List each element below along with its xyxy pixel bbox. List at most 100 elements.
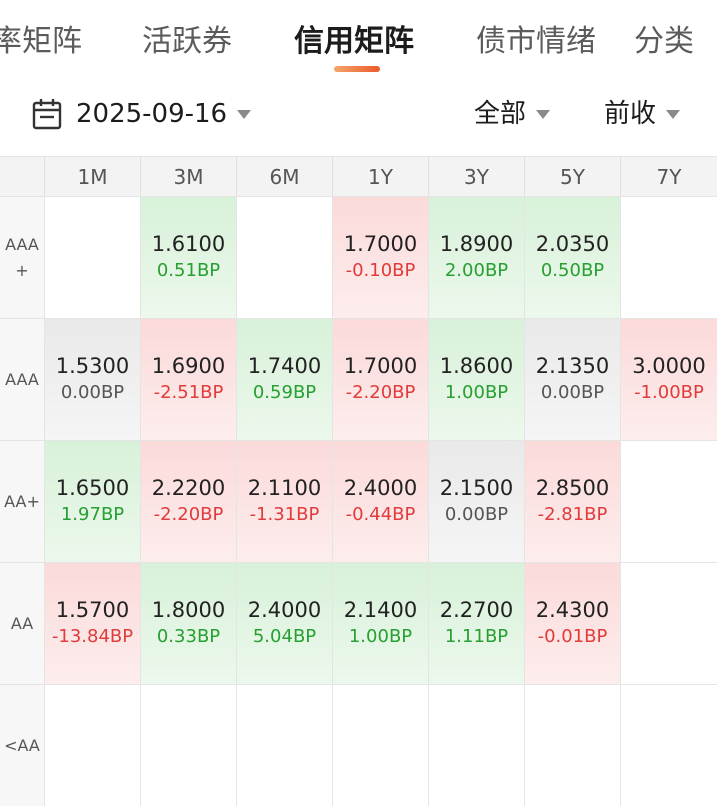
matrix-cell xyxy=(620,440,717,562)
column-header: 3Y xyxy=(428,157,524,197)
matrix-cell[interactable]: 2.4300 -0.01BP xyxy=(524,562,620,684)
tab-active-bonds[interactable]: 活跃券 xyxy=(142,22,232,62)
yield-value: 1.7000 xyxy=(343,354,418,378)
yield-value: 1.8000 xyxy=(151,598,226,622)
row-label: AAA xyxy=(0,318,44,440)
tab-category[interactable]: 分类 xyxy=(634,22,694,62)
scope-dropdown[interactable]: 全部 xyxy=(474,96,551,132)
yield-value: 3.0000 xyxy=(632,354,706,378)
column-header: 6M xyxy=(236,157,332,197)
filter-bar: 2025-09-16 全部 前收 xyxy=(0,90,717,144)
bp-change: 0.00BP xyxy=(60,382,125,403)
tab-rate-matrix[interactable]: 率矩阵 xyxy=(0,22,82,62)
bp-change: 0.00BP xyxy=(540,382,605,403)
matrix-cell xyxy=(620,684,717,806)
matrix-cell[interactable]: 3.0000 -1.00BP xyxy=(620,318,717,440)
row-label: AAA + xyxy=(0,196,44,318)
yield-value: 2.8500 xyxy=(535,476,610,500)
bp-change: 0.50BP xyxy=(540,260,605,281)
matrix-cell[interactable]: 2.0350 0.50BP xyxy=(524,196,620,318)
yield-value: 2.1100 xyxy=(247,476,322,500)
bp-change: -0.10BP xyxy=(345,260,416,281)
calendar-icon[interactable] xyxy=(32,98,62,130)
yield-value: 2.4000 xyxy=(343,476,418,500)
bp-change: 0.33BP xyxy=(156,626,221,647)
column-header: 5Y xyxy=(524,157,620,197)
column-header: 3M xyxy=(140,157,236,197)
matrix-cell[interactable]: 2.1350 0.00BP xyxy=(524,318,620,440)
bp-change: -13.84BP xyxy=(51,626,134,647)
basis-dropdown[interactable]: 前收 xyxy=(604,96,681,132)
matrix-cell[interactable]: 1.6100 0.51BP xyxy=(140,196,236,318)
column-header: 1M xyxy=(44,157,140,197)
matrix-cell xyxy=(140,684,236,806)
yield-value: 1.5700 xyxy=(55,598,130,622)
bp-change: -2.81BP xyxy=(537,504,608,525)
matrix-cell[interactable]: 2.1100 -1.31BP xyxy=(236,440,332,562)
matrix-cell xyxy=(44,196,140,318)
bp-change: -2.51BP xyxy=(153,382,224,403)
matrix-cell xyxy=(524,684,620,806)
matrix-cell[interactable]: 1.8900 2.00BP xyxy=(428,196,524,318)
yield-value: 2.1500 xyxy=(439,476,514,500)
matrix-cell[interactable]: 2.2700 1.11BP xyxy=(428,562,524,684)
column-header: 7Y xyxy=(620,157,717,197)
matrix-cell xyxy=(620,196,717,318)
row-label: AA xyxy=(0,562,44,684)
chevron-down-icon xyxy=(666,110,681,119)
matrix-cell xyxy=(620,562,717,684)
matrix-cell[interactable]: 1.7400 0.59BP xyxy=(236,318,332,440)
yield-value: 1.6900 xyxy=(151,354,226,378)
matrix-cell[interactable]: 2.4000 5.04BP xyxy=(236,562,332,684)
bp-change: -1.00BP xyxy=(634,382,704,403)
tab-credit-matrix[interactable]: 信用矩阵 xyxy=(294,22,414,62)
matrix-cell[interactable]: 1.6500 1.97BP xyxy=(44,440,140,562)
matrix-cell[interactable]: 2.1500 0.00BP xyxy=(428,440,524,562)
matrix-cell[interactable]: 1.6900 -2.51BP xyxy=(140,318,236,440)
yield-value: 1.6100 xyxy=(151,232,226,256)
date-value: 2025-09-16 xyxy=(76,99,228,129)
bp-change: 0.00BP xyxy=(444,504,509,525)
bp-change: 1.11BP xyxy=(444,626,509,647)
yield-value: 2.2200 xyxy=(151,476,226,500)
chevron-down-icon xyxy=(536,110,551,119)
matrix-cell[interactable]: 1.8000 0.33BP xyxy=(140,562,236,684)
tab-bond-sentiment[interactable]: 债市情绪 xyxy=(476,22,596,62)
matrix-cell xyxy=(428,684,524,806)
yield-value: 1.7400 xyxy=(247,354,322,378)
bp-change: 1.97BP xyxy=(60,504,125,525)
bp-change: 2.00BP xyxy=(444,260,509,281)
bp-change: 1.00BP xyxy=(444,382,509,403)
bp-change: 0.59BP xyxy=(252,382,317,403)
matrix-cell[interactable]: 1.7000 -2.20BP xyxy=(332,318,428,440)
chevron-down-icon xyxy=(237,110,252,119)
basis-value: 前收 xyxy=(604,99,657,129)
yield-value: 2.4000 xyxy=(247,598,322,622)
bp-change: -2.20BP xyxy=(345,382,416,403)
matrix-cell[interactable]: 2.4000 -0.44BP xyxy=(332,440,428,562)
column-header-row: 1M 3M 6M 1Y 3Y 5Y 7Y xyxy=(0,156,717,197)
matrix-cell[interactable]: 2.8500 -2.81BP xyxy=(524,440,620,562)
yield-value: 2.1350 xyxy=(535,354,610,378)
matrix-cell xyxy=(44,684,140,806)
matrix-cell[interactable]: 2.2200 -2.20BP xyxy=(140,440,236,562)
top-tab-bar: 率矩阵 活跃券 信用矩阵 债市情绪 分类 xyxy=(0,0,717,80)
bp-change: 5.04BP xyxy=(252,626,317,647)
matrix-cell[interactable]: 1.7000 -0.10BP xyxy=(332,196,428,318)
active-tab-indicator xyxy=(334,66,380,72)
matrix-cell xyxy=(236,684,332,806)
matrix-cell[interactable]: 1.8600 1.00BP xyxy=(428,318,524,440)
yield-value: 1.8900 xyxy=(439,232,514,256)
yield-value: 1.8600 xyxy=(439,354,514,378)
matrix-cell[interactable]: 1.5700 -13.84BP xyxy=(44,562,140,684)
bp-change: -2.20BP xyxy=(153,504,224,525)
yield-value: 1.7000 xyxy=(343,232,418,256)
matrix-cell[interactable]: 2.1400 1.00BP xyxy=(332,562,428,684)
bp-change: -0.01BP xyxy=(537,626,608,647)
yield-value: 2.4300 xyxy=(535,598,610,622)
matrix-cell[interactable]: 1.5300 0.00BP xyxy=(44,318,140,440)
column-header: 1Y xyxy=(332,157,428,197)
yield-value: 1.6500 xyxy=(55,476,130,500)
bp-change: 0.51BP xyxy=(156,260,221,281)
date-selector[interactable]: 2025-09-16 xyxy=(76,96,252,132)
